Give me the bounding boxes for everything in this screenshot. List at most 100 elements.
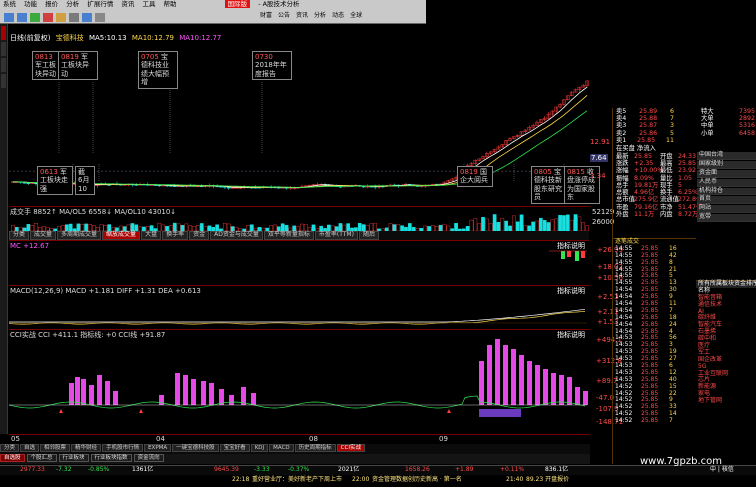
index1-value[interactable]: 2977.33 — [20, 466, 45, 474]
ind-tab-fund[interactable]: 资金 — [189, 231, 210, 240]
volume-chart[interactable] — [9, 207, 589, 232]
menu-ext[interactable]: 扩展行情 — [87, 0, 113, 8]
cci-bar — [511, 349, 516, 405]
btab-11[interactable]: CCI实战 — [336, 444, 365, 453]
btab-5[interactable]: EXPMA — [144, 444, 172, 453]
event-annotation-bottom[interactable]: 0819 国企大阅兵 — [457, 166, 493, 187]
menu-function[interactable]: 功能 — [24, 0, 37, 8]
news-ticker[interactable]: 22:18 重好营业厅：美好新老产下周上市 22:00 资金管理数据创历史新高 … — [0, 476, 756, 487]
ind-tab-multi-volume[interactable]: 多周期成交量 — [57, 231, 102, 240]
cci-bar — [105, 381, 110, 405]
quote-ext-item[interactable]: 国家级别 — [697, 160, 756, 169]
bbtn-industry-index[interactable]: 行业板块指数 — [90, 454, 132, 463]
mc-panel: MC +12.67 指标说明 — [9, 240, 589, 284]
annotation-date: 0819 — [460, 168, 478, 176]
toolbar-info[interactable]: 资讯 — [296, 12, 308, 20]
quote-field: 量比 — [660, 174, 673, 182]
btab-8[interactable]: KDJ — [250, 444, 269, 453]
quote-ext-item[interactable]: 资金面 — [697, 169, 756, 178]
ind-tab-market[interactable]: 大盘 — [141, 231, 162, 240]
menu-quote[interactable]: 报价 — [45, 0, 58, 8]
index3-change: +1.89 — [455, 466, 474, 473]
volume-bar — [473, 218, 478, 232]
toolbar-analysis[interactable]: 分析 — [314, 12, 326, 20]
sell-level[interactable]: 卖2 25.86 5 — [616, 130, 674, 137]
sector-panel[interactable]: 所有所属板块资金排序 名称 智能音箱 通信技术 AI 碳纤维 智能汽车 石墨烯 碳中和 医疗 军工… — [696, 280, 756, 464]
btab-4[interactable]: 手机股市行情 — [102, 444, 144, 453]
ind-tab-class[interactable]: 分类 — [9, 231, 30, 240]
toolbar-icon-refresh[interactable] — [30, 13, 40, 22]
btab-7[interactable]: 宝宝好看 — [219, 444, 250, 453]
bbtn-fund-flow[interactable]: 资金流向 — [133, 454, 164, 463]
tick-list[interactable]: 逐笔成交 14:55 25.85 16 14:55 25.85 42 14:55 25.85 8… — [612, 238, 696, 464]
toolbar-dynamic[interactable]: 动态 — [332, 12, 344, 20]
bbtn-summary[interactable]: 个股汇总 — [26, 454, 57, 463]
bbtn-industry[interactable]: 行业板块 — [58, 454, 89, 463]
btab-0[interactable]: 分类 — [0, 444, 20, 453]
cci-bar — [113, 391, 118, 405]
quote-ext-item[interactable]: 宽带 — [697, 213, 756, 223]
btab-6[interactable]: 一键宝德科技股 — [172, 444, 219, 453]
event-annotation-bottom[interactable]: 0613 军工板块走强 — [37, 166, 73, 196]
event-annotation-top[interactable]: 0819 军工板块异动 — [58, 51, 98, 81]
index1-vol: 1361亿 — [132, 466, 154, 473]
event-annotation-top[interactable]: 0730 2018年年度报告 — [252, 51, 292, 81]
ind-tab-later[interactable]: 随后 — [358, 231, 379, 240]
sell-p: 25.86 — [639, 129, 658, 137]
volume-bar — [469, 219, 474, 232]
toolbar-icon-search[interactable] — [69, 13, 79, 22]
sector-item[interactable]: 通信技术 — [698, 301, 756, 309]
ind-tab-equal-new[interactable]: 双平等新量指标 — [263, 231, 314, 240]
event-annotation-top[interactable]: 0705 宝德科技业绩大幅预增 — [138, 51, 178, 89]
menu-tools[interactable]: 工具 — [142, 0, 155, 8]
menu-analysis[interactable]: 分析 — [66, 0, 79, 8]
quote-ext-item[interactable]: 中国台湾 — [697, 151, 756, 160]
toolbar-notice[interactable]: 公告 — [278, 12, 290, 20]
event-annotation-bottom[interactable]: 截 6月10 — [75, 166, 95, 196]
btab-10[interactable]: 历史周期指标 — [294, 444, 336, 453]
side-tab-minute[interactable] — [1, 42, 6, 56]
menu-system[interactable]: 系统 — [3, 0, 16, 8]
side-tab-f10[interactable] — [1, 58, 6, 72]
sector-item[interactable]: 地下管网 — [698, 397, 756, 405]
ind-tab-turnover[interactable]: 换手率 — [162, 231, 189, 240]
toolbar-icon-chart[interactable] — [43, 13, 53, 22]
menu-help[interactable]: 帮助 — [164, 0, 177, 8]
toolbar-icon-settings[interactable] — [95, 13, 105, 22]
toolbar-icon-back[interactable] — [4, 13, 14, 22]
price-label-high: 12.91 — [590, 138, 611, 146]
bbtn-watchlist[interactable]: 自选股 — [0, 454, 25, 463]
sell-level[interactable]: 卖1 25.85 11 — [616, 137, 674, 144]
volume-bar — [338, 223, 343, 232]
volume-bar — [157, 222, 162, 232]
toolbar-global[interactable]: 全球 — [350, 12, 362, 20]
btab-2[interactable]: 相邻股票 — [40, 444, 71, 453]
toolbar-icon-forward[interactable] — [17, 13, 27, 22]
event-annotation-bottom[interactable]: 0805 宝德科技新股东研究员 — [531, 166, 567, 204]
mc-chart[interactable] — [9, 241, 589, 285]
quote-ext-item[interactable]: 人民币 — [697, 178, 756, 187]
btab-9[interactable]: MACD — [269, 444, 294, 453]
cci-chart[interactable] — [9, 330, 589, 435]
side-tab-kline[interactable] — [1, 26, 6, 40]
btab-1[interactable]: 自选 — [20, 444, 40, 453]
side-tab-news[interactable] — [1, 74, 6, 88]
ind-tab-scaled-volume[interactable]: 缩放成交量 — [102, 231, 141, 240]
macd-chart[interactable] — [9, 286, 589, 329]
volume-bar — [488, 223, 493, 232]
menu-info[interactable]: 资讯 — [121, 0, 134, 8]
toolbar-wealth[interactable]: 财富 — [260, 12, 272, 20]
sell-l: 卖3 — [616, 122, 627, 130]
ind-tab-volume[interactable]: 成交量 — [30, 231, 57, 240]
toolbar-icon-list[interactable] — [56, 13, 66, 22]
cci-bar — [535, 365, 540, 405]
sector-item[interactable]: 国企改革 — [698, 356, 756, 364]
index3-value[interactable]: 1658.26 — [405, 466, 430, 474]
ind-tab-ad-fund[interactable]: AD资金与成交量 — [210, 231, 263, 240]
ind-tab-pe[interactable]: 市盈率(TTM) — [314, 231, 358, 240]
cci-bar — [503, 345, 508, 405]
index2-value[interactable]: 9645.39 — [214, 466, 239, 474]
sell-level[interactable]: 卖3 25.87 3 — [616, 122, 674, 129]
btab-3[interactable]: 精华财经 — [71, 444, 102, 453]
toolbar-icon-news[interactable] — [82, 13, 92, 22]
